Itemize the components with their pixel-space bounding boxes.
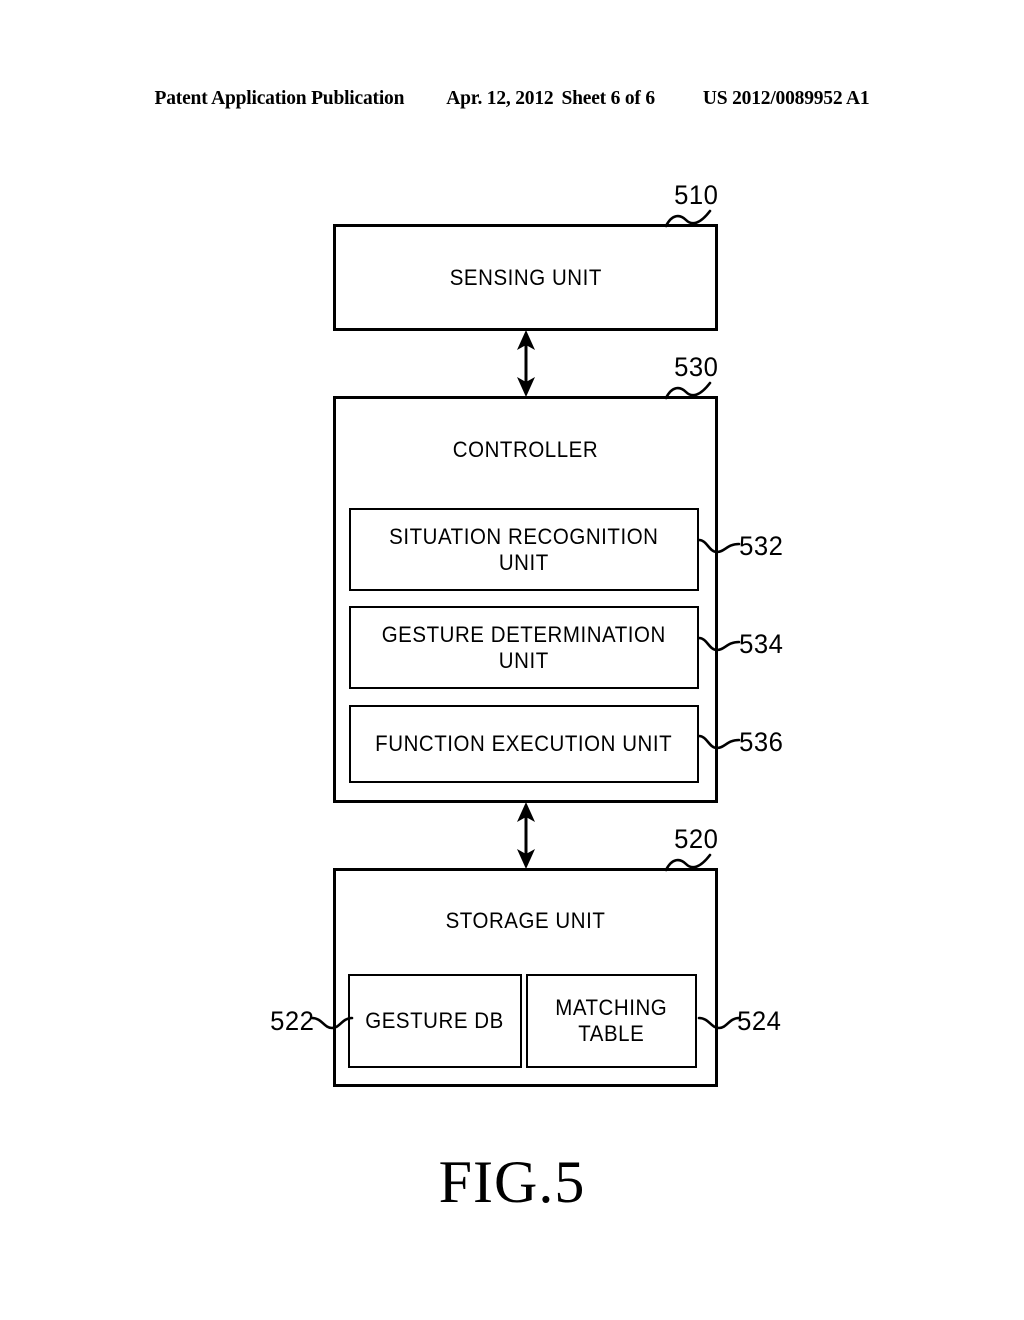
lead-line-524 — [697, 1016, 741, 1030]
block-situation-recognition-unit: SITUATION RECOGNITION UNIT — [349, 508, 699, 591]
block-matching-table-label-wrap: MATCHING TABLE — [528, 976, 695, 1066]
block-sensing-unit: SENSING UNIT — [333, 224, 718, 331]
lead-line-522 — [310, 1016, 354, 1030]
block-situation-recognition-unit-label: SITUATION RECOGNITION UNIT — [389, 523, 659, 575]
block-matching-table-label: MATCHING TABLE — [555, 995, 668, 1046]
block-function-execution-unit-label: FUNCTION EXECUTION UNIT — [375, 731, 673, 757]
block-gesture-determination-unit: GESTURE DETERMINATION UNIT — [349, 606, 699, 689]
block-gesture-db-label: GESTURE DB — [365, 1008, 505, 1034]
block-gesture-determination-unit-label: GESTURE DETERMINATION UNIT — [381, 621, 667, 673]
lead-line-510 — [664, 209, 712, 228]
block-function-execution-unit-label-wrap: FUNCTION EXECUTION UNIT — [351, 707, 697, 781]
ref-numeral-532: 532 — [739, 531, 784, 561]
block-gesture-db-label-wrap: GESTURE DB — [350, 976, 520, 1066]
ref-numeral-536: 536 — [739, 727, 784, 757]
block-sensing-unit-label: SENSING UNIT — [449, 264, 602, 290]
block-situation-recognition-unit-label-wrap: SITUATION RECOGNITION UNIT — [351, 510, 697, 589]
figure-caption: FIG.5 — [438, 1149, 586, 1215]
lead-line-520 — [664, 853, 712, 872]
lead-line-532 — [697, 538, 741, 554]
arrow-controller-to-storage — [517, 802, 535, 869]
block-sensing-unit-label-wrap: SENSING UNIT — [336, 227, 715, 328]
block-storage-unit-label: STORAGE UNIT — [445, 908, 606, 933]
ref-numeral-522: 522 — [270, 1006, 315, 1036]
lead-line-536 — [697, 734, 741, 750]
block-gesture-determination-unit-label-wrap: GESTURE DETERMINATION UNIT — [351, 608, 697, 687]
lead-line-534 — [697, 636, 741, 652]
figure-5-diagram: SENSING UNIT 510 CONTROLLER 530 SITUATIO… — [0, 0, 1024, 1320]
block-gesture-db: GESTURE DB — [348, 974, 522, 1068]
block-controller-label: CONTROLLER — [452, 437, 599, 462]
arrow-sensing-to-controller — [517, 330, 535, 397]
block-function-execution-unit: FUNCTION EXECUTION UNIT — [349, 705, 699, 783]
ref-numeral-534: 534 — [739, 629, 784, 659]
block-matching-table: MATCHING TABLE — [526, 974, 697, 1068]
ref-numeral-524: 524 — [737, 1006, 782, 1036]
lead-line-530 — [664, 381, 712, 400]
